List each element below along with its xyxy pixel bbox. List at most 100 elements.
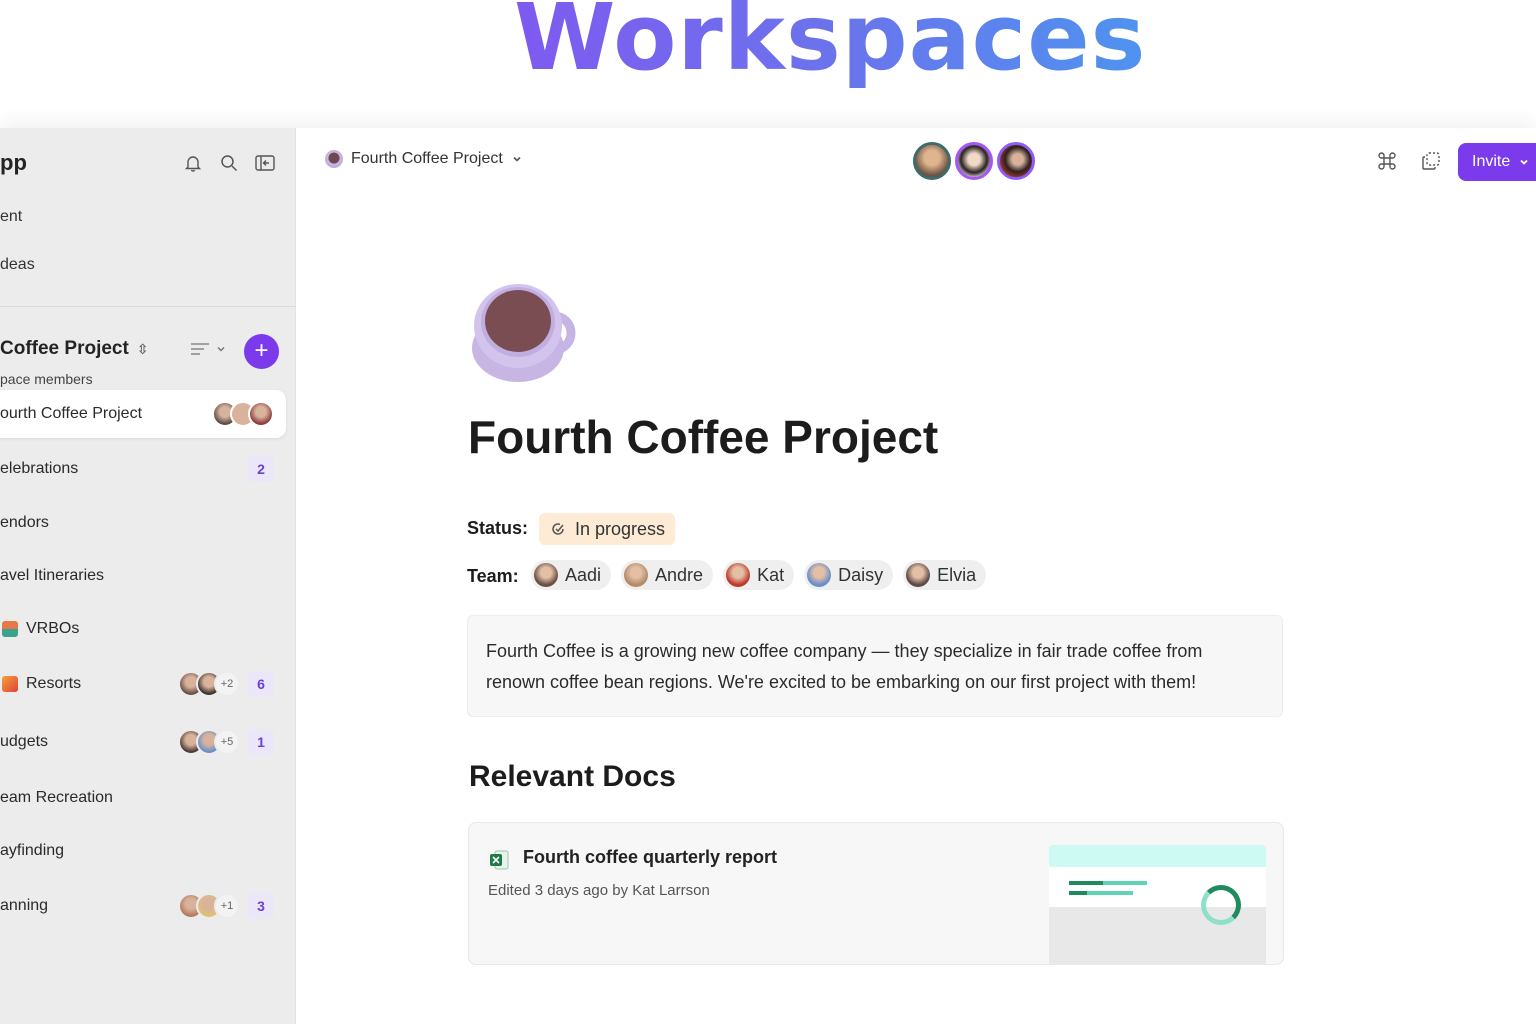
avatar (906, 563, 931, 587)
relevant-docs-heading: Relevant Docs (469, 760, 676, 793)
team-member-name: Daisy (838, 564, 884, 585)
sidebar-item[interactable]: udgets +5 1 (0, 718, 286, 766)
avatar-group: +5 (178, 729, 240, 755)
invite-button[interactable]: Invite (1458, 143, 1536, 181)
workspace-name: Coffee Project (0, 338, 129, 359)
description-callout: Fourth Coffee is a growing new coffee co… (467, 615, 1283, 717)
avatar (624, 563, 649, 587)
team-member-chip[interactable]: Elvia (903, 560, 987, 590)
avatar-group (212, 401, 274, 427)
sidebar-item[interactable]: Resorts +2 6 (0, 660, 286, 708)
breadcrumb[interactable]: Fourth Coffee Project (325, 150, 523, 168)
page-title: Fourth Coffee Project (468, 411, 939, 463)
team-member-chip[interactable]: Andre (621, 560, 714, 590)
banner-title: Workspaces (514, 0, 1146, 91)
sidebar-item-label-wrap: ayfinding (0, 842, 230, 860)
sidebar-item-label: udgets (0, 733, 49, 750)
team-member-chip[interactable]: Kat (723, 560, 795, 590)
collapse-sidebar-icon[interactable] (254, 152, 276, 174)
avatar-overflow-count: +5 (214, 729, 240, 755)
sidebar-item-meta: +2 6 (178, 671, 274, 697)
sidebar-item-label: endors (0, 514, 49, 531)
sidebar-item[interactable]: endors (0, 499, 286, 547)
sidebar-link-1[interactable]: deas (0, 256, 35, 274)
sidebar-item-label-wrap: elebrations (0, 460, 248, 478)
avatar (534, 563, 558, 587)
coffee-cup-icon (472, 284, 576, 382)
resort-icon (2, 676, 18, 692)
sidebar-item-label: ayfinding (0, 842, 65, 859)
sidebar-item-label-wrap: Resorts (0, 675, 178, 693)
house-icon (2, 621, 18, 637)
search-icon[interactable] (218, 152, 240, 174)
sidebar-item-label-wrap: eam Recreation (0, 789, 274, 807)
count-badge: 2 (248, 456, 274, 482)
doc-meta: Edited 3 days ago by Kat Larrson (488, 882, 710, 899)
avatar (248, 838, 274, 864)
team-member-name: Kat (757, 564, 785, 585)
team-member-name: Elvia (937, 564, 977, 585)
avatar-group: +1 (178, 893, 240, 919)
sidebar-item-label: Resorts (26, 675, 82, 692)
add-page-button[interactable]: + (244, 334, 279, 369)
team-member-name: Aadi (565, 564, 602, 585)
sidebar-divider (0, 306, 296, 307)
avatar-overflow-count: +2 (214, 671, 240, 697)
sidebar-item-label: elebrations (0, 460, 79, 477)
chevron-down-icon (217, 346, 225, 352)
sidebar-item-label-wrap: anning (0, 897, 178, 915)
status-value: In progress (575, 518, 666, 539)
count-badge: 6 (248, 671, 274, 697)
sidebar-item-label: ourth Coffee Project (0, 405, 143, 422)
sidebar-item-label-wrap: ourth Coffee Project (0, 405, 212, 423)
workspace-switcher[interactable]: Coffee Project ⇳ (0, 338, 149, 360)
avatar (807, 563, 832, 587)
status-badge[interactable]: In progress (539, 513, 676, 545)
avatar (248, 401, 274, 427)
chevron-down-icon (513, 156, 521, 162)
team-member-chip[interactable]: Aadi (531, 560, 612, 590)
avatar-group: +2 (178, 671, 240, 697)
sidebar: pp ent deas Coffee Project ⇳ pace member… (0, 128, 296, 1024)
sidebar-item[interactable]: eam Recreation (0, 774, 286, 822)
presence-avatar[interactable] (955, 142, 993, 180)
presence-avatars (913, 142, 1035, 180)
sidebar-item[interactable]: VRBOs (0, 605, 286, 653)
app-title: pp (0, 150, 27, 175)
presence-avatar[interactable] (997, 142, 1035, 180)
command-icon[interactable] (1376, 150, 1398, 177)
workspace-members: pace members (0, 371, 93, 387)
count-badge: 1 (248, 729, 274, 755)
sort-menu[interactable] (189, 339, 227, 359)
sidebar-item-label: eam Recreation (0, 789, 113, 806)
sidebar-item-label: anning (0, 897, 49, 914)
progress-icon (552, 523, 564, 535)
sidebar-item-meta (212, 401, 274, 427)
chevron-updown-icon: ⇳ (136, 340, 149, 357)
sidebar-item[interactable]: ayfinding (0, 827, 286, 875)
doc-title: Fourth coffee quarterly report (523, 847, 778, 867)
sidebar-item-label: avel Itineraries (0, 567, 105, 584)
coffee-cup-icon (325, 150, 343, 168)
chevron-down-icon (1520, 159, 1528, 165)
sidebar-item-meta: +1 3 (178, 893, 274, 919)
sidebar-item-label: VRBOs (26, 620, 80, 637)
bell-icon[interactable] (182, 152, 204, 174)
sidebar-item[interactable]: anning +1 3 (0, 882, 286, 930)
team-list: Aadi Andre Kat Daisy Elvia (531, 560, 987, 590)
avatar (726, 563, 751, 587)
excel-icon (490, 850, 509, 870)
doc-card[interactable]: Fourth coffee quarterly report Edited 3 … (468, 822, 1284, 965)
doc-thumbnail (1049, 845, 1266, 965)
presence-avatar[interactable] (913, 142, 951, 180)
sidebar-item[interactable]: avel Itineraries (0, 552, 286, 600)
sidebar-item[interactable]: ourth Coffee Project (0, 390, 286, 438)
sidebar-item-label-wrap: VRBOs (0, 620, 274, 638)
team-member-chip[interactable]: Daisy (804, 560, 894, 590)
avatar-group (230, 838, 274, 864)
sidebar-item-label-wrap: endors (0, 514, 274, 532)
sidebar-link-0[interactable]: ent (0, 208, 22, 226)
sidebar-item[interactable]: elebrations 2 (0, 445, 286, 493)
copy-icon[interactable] (1420, 150, 1442, 177)
invite-label: Invite (1472, 153, 1511, 170)
